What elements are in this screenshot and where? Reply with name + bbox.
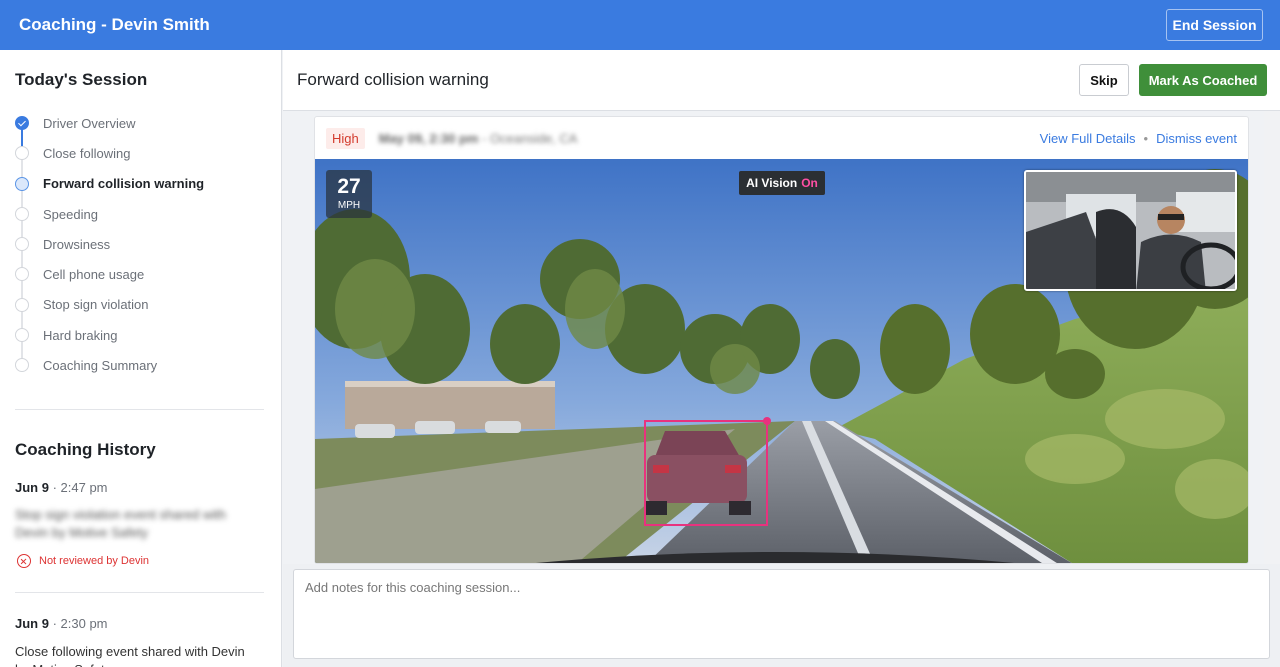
coaching-notes-input[interactable] bbox=[293, 569, 1270, 659]
step-driver-overview[interactable]: Driver Overview bbox=[15, 108, 265, 153]
event-meta: May 09, 2:30 pm - Oceanside, CA bbox=[378, 130, 578, 146]
step-coaching-summary[interactable]: Coaching Summary bbox=[15, 350, 265, 380]
circle-icon bbox=[15, 237, 29, 252]
skip-button[interactable]: Skip bbox=[1079, 64, 1129, 96]
dismiss-event-link[interactable]: Dismiss event bbox=[1156, 131, 1237, 146]
history-item-description: Stop sign violation event shared with De… bbox=[15, 507, 227, 540]
circle-icon bbox=[15, 358, 29, 373]
circle-icon bbox=[15, 297, 29, 312]
speed-indicator: 27 MPH bbox=[326, 170, 372, 218]
history-item-header: Jun 9 · 2:47 pm bbox=[15, 480, 108, 495]
main-header: Forward collision warning Skip Mark As C… bbox=[283, 50, 1280, 111]
history-item-header: Jun 9 · 2:30 pm bbox=[15, 616, 108, 631]
ai-vision-badge[interactable]: AI Vision On bbox=[739, 171, 825, 195]
step-forward-collision-warning[interactable]: Forward collision warning bbox=[15, 169, 265, 214]
mark-as-coached-button[interactable]: Mark As Coached bbox=[1139, 64, 1267, 96]
step-stop-sign-violation[interactable]: Stop sign violation bbox=[15, 290, 265, 335]
step-speeding[interactable]: Speeding bbox=[15, 199, 265, 244]
sidebar: Today's Session Driver Overview Close fo… bbox=[0, 50, 282, 667]
check-circle-icon bbox=[15, 116, 29, 130]
driver-camera-inset[interactable] bbox=[1024, 170, 1237, 291]
history-item-description: Close following event shared with Devin … bbox=[15, 644, 245, 667]
circle-icon bbox=[15, 176, 29, 191]
step-hard-braking[interactable]: Hard braking bbox=[15, 320, 265, 366]
session-steps: Driver Overview Close following Forward … bbox=[15, 108, 265, 381]
step-cell-phone-usage[interactable]: Cell phone usage bbox=[15, 259, 265, 305]
circle-icon bbox=[15, 267, 29, 282]
circle-icon bbox=[15, 328, 29, 343]
x-circle-icon bbox=[17, 554, 31, 568]
divider bbox=[15, 409, 264, 410]
circle-icon bbox=[15, 146, 29, 161]
history-title: Coaching History bbox=[15, 440, 156, 459]
event-card: High May 09, 2:30 pm - Oceanside, CA Vie… bbox=[314, 116, 1249, 564]
separator-dot: • bbox=[1143, 130, 1149, 146]
step-drowsiness[interactable]: Drowsiness bbox=[15, 229, 265, 275]
event-video[interactable]: 27 MPH AI Vision On bbox=[315, 159, 1248, 563]
driver-camera-image bbox=[1026, 172, 1235, 289]
event-card-header: High May 09, 2:30 pm - Oceanside, CA Vie… bbox=[315, 117, 1248, 159]
speed-value: 27 bbox=[337, 175, 361, 198]
end-session-button[interactable]: End Session bbox=[1166, 9, 1263, 41]
event-type-title: Forward collision warning bbox=[297, 70, 489, 89]
speed-unit: MPH bbox=[337, 200, 361, 211]
review-status: Not reviewed by Devin bbox=[17, 554, 149, 568]
circle-icon bbox=[15, 206, 29, 221]
session-title: Today's Session bbox=[15, 70, 148, 89]
page-title: Coaching - Devin Smith bbox=[19, 15, 210, 34]
scrollbar-track[interactable] bbox=[1264, 111, 1280, 564]
severity-badge: High bbox=[326, 127, 365, 149]
view-full-details-link[interactable]: View Full Details bbox=[1040, 131, 1136, 146]
divider bbox=[15, 592, 264, 593]
step-close-following[interactable]: Close following bbox=[15, 138, 265, 184]
top-bar: Coaching - Devin Smith End Session bbox=[0, 0, 1280, 50]
